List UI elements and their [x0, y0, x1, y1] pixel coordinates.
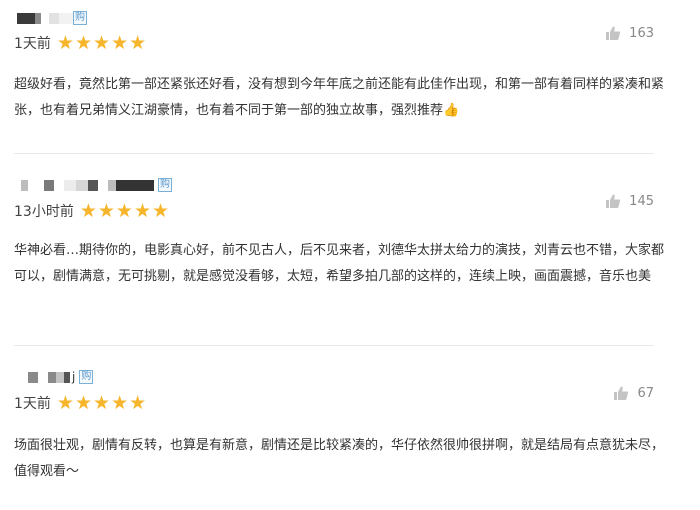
star-icon: ★ [152, 199, 170, 222]
divider [14, 153, 654, 154]
star-icon: ★ [111, 31, 129, 54]
like-count: 145 [629, 193, 654, 209]
username: j 购 [20, 369, 94, 385]
review-time: 1天前 [14, 36, 51, 52]
username: 购 [21, 177, 172, 193]
like-button[interactable]: 163 [605, 25, 654, 41]
rating-stars: ★ ★ ★ ★ ★ [56, 391, 147, 414]
star-icon: ★ [56, 391, 74, 414]
thumbs-up-icon [606, 194, 621, 208]
purchase-badge: 购 [158, 178, 172, 192]
like-count: 163 [629, 25, 654, 41]
review-text: 华神必看…期待你的，电影真心好，前不见古人，后不见来者，刘德华太拼太给力的演技，… [14, 243, 665, 284]
review-text: 场面很壮观，剧情有反转，也算是有新意，剧情还是比较紧凑的，华仔依然很帅很拼啊，就… [14, 438, 665, 479]
purchase-badge: 购 [79, 370, 94, 384]
star-icon: ★ [111, 391, 129, 414]
review-time: 13小时前 [14, 204, 74, 220]
star-icon: ★ [93, 391, 111, 414]
star-icon: ★ [133, 199, 152, 222]
review-time: 1天前 [14, 396, 51, 412]
review-text: 超级好看，竟然比第一部还紧张还好看，没有想到今年年底之前还能有此佳作出现，和第一… [14, 77, 665, 118]
star-icon: ★ [129, 391, 147, 414]
like-button[interactable]: 67 [613, 385, 654, 401]
star-icon: ★ [97, 199, 115, 222]
like-button[interactable]: 145 [605, 193, 654, 209]
thumbs-up-icon [614, 386, 629, 400]
star-icon: ★ [79, 199, 97, 222]
purchase-badge: 购 [73, 11, 87, 25]
star-icon: ★ [74, 391, 93, 414]
star-icon: ★ [74, 31, 93, 54]
star-icon: ★ [115, 199, 133, 222]
divider [14, 345, 654, 346]
rating-stars: ★ ★ ★ ★ ★ [56, 31, 147, 54]
thumbs-up-icon [606, 26, 621, 40]
rating-stars: ★ ★ ★ ★ ★ [79, 199, 170, 222]
username: 购 [17, 10, 87, 26]
username-suffix: j [72, 370, 76, 384]
star-icon: ★ [56, 31, 74, 54]
star-icon: ★ [93, 31, 111, 54]
like-count: 67 [637, 385, 654, 401]
star-icon: ★ [129, 31, 147, 54]
